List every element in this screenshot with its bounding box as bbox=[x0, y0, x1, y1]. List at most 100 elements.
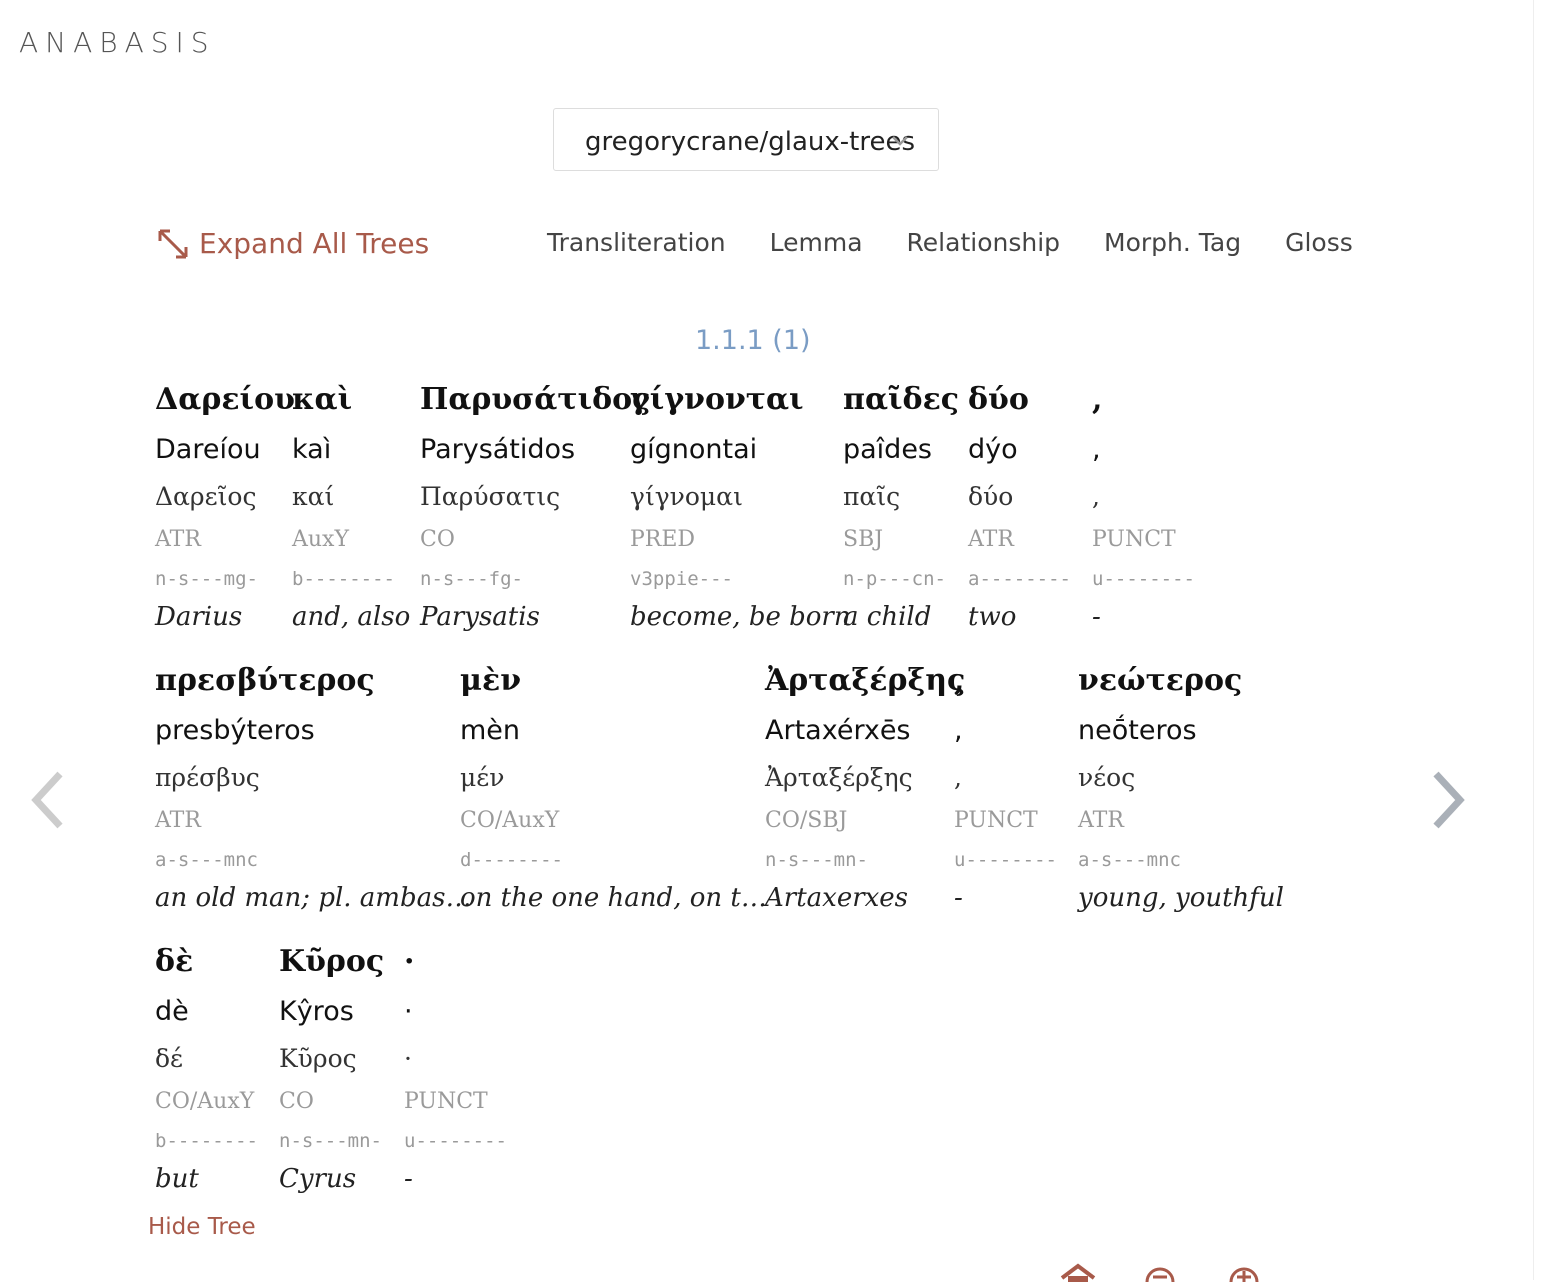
token-lemma: μέν bbox=[460, 763, 505, 792]
token-gloss: become, be born bbox=[630, 602, 851, 632]
expand-all-trees-label: Expand All Trees bbox=[199, 227, 430, 260]
token-morph: n-s---mg- bbox=[155, 568, 258, 590]
token-morph: u-------- bbox=[1092, 568, 1195, 590]
token-translit: · bbox=[404, 996, 413, 1027]
zoom-in-icon[interactable] bbox=[1226, 1262, 1262, 1282]
token-translit: mèn bbox=[460, 715, 521, 746]
token-greek: πρεσβύτερος bbox=[155, 663, 375, 698]
token-morph: n-s---fg- bbox=[420, 568, 523, 590]
token-rel: ATR bbox=[155, 527, 201, 552]
token-gloss: two bbox=[968, 602, 1017, 632]
next-arrow-icon[interactable] bbox=[1428, 770, 1468, 830]
token-lemma: δύο bbox=[968, 482, 1014, 511]
zoom-out-icon[interactable] bbox=[1142, 1262, 1178, 1282]
token-gloss: Darius bbox=[155, 602, 243, 632]
token-gloss: young, youthful bbox=[1078, 883, 1284, 913]
token-morph: n-s---mn- bbox=[765, 849, 868, 871]
token-gloss: and, also bbox=[292, 602, 411, 632]
token-morph: a-s---mnc bbox=[1078, 849, 1181, 871]
prev-arrow-icon[interactable] bbox=[28, 770, 68, 830]
token-morph: u-------- bbox=[404, 1130, 507, 1152]
toggle-transliteration[interactable]: Transliteration bbox=[547, 228, 726, 257]
token-greek: Παρυσάτιδος bbox=[420, 382, 651, 417]
expand-arrows-icon bbox=[158, 229, 188, 258]
repo-select-value: gregorycrane/glaux-trees bbox=[585, 127, 916, 157]
toggle-relationship[interactable]: Relationship bbox=[907, 228, 1060, 257]
repo-select[interactable]: gregorycrane/glaux-trees bbox=[553, 108, 939, 171]
token-translit: dè bbox=[155, 996, 189, 1027]
token-greek: Κῦρος bbox=[279, 944, 385, 979]
token-rel: CO/AuxY bbox=[460, 808, 560, 833]
token-translit: presbýteros bbox=[155, 715, 315, 746]
token-translit: kaì bbox=[292, 434, 332, 465]
token-rel: CO bbox=[279, 1089, 314, 1114]
home-icon[interactable] bbox=[1060, 1262, 1096, 1282]
token-gloss: on the one hand, on t… bbox=[460, 883, 767, 913]
token-gloss: Cyrus bbox=[279, 1164, 357, 1194]
token-lemma: Παρύσατις bbox=[420, 482, 561, 511]
token-lemma: , bbox=[954, 763, 962, 792]
token-translit: neṓteros bbox=[1078, 715, 1197, 746]
token-rel: SBJ bbox=[843, 527, 884, 552]
token-rel: CO/SBJ bbox=[765, 808, 848, 833]
token-lemma: δέ bbox=[155, 1044, 184, 1073]
token-morph: d-------- bbox=[460, 849, 563, 871]
token-lemma: πρέσβυς bbox=[155, 763, 260, 792]
token-gloss: an old man; pl. ambas… bbox=[155, 883, 472, 913]
token-gloss: - bbox=[1092, 602, 1101, 632]
token-gloss: Artaxerxes bbox=[765, 883, 909, 913]
sentence-reference[interactable]: 1.1.1 (1) bbox=[695, 325, 811, 356]
token-morph: v3ppie--- bbox=[630, 568, 733, 590]
token-rel: ATR bbox=[155, 808, 201, 833]
token-greek: παῖδες bbox=[843, 382, 960, 417]
token-rel: PUNCT bbox=[954, 808, 1038, 833]
toggle-gloss[interactable]: Gloss bbox=[1285, 228, 1353, 257]
token-greek: δύο bbox=[968, 382, 1029, 417]
token-greek: καὶ bbox=[292, 382, 353, 417]
token-gloss: Parysatis bbox=[420, 602, 540, 632]
token-rel: PUNCT bbox=[404, 1089, 488, 1114]
token-lemma: Κῦρος bbox=[279, 1044, 357, 1073]
token-rel: PUNCT bbox=[1092, 527, 1176, 552]
token-greek: Ἀρταξέρξης bbox=[765, 663, 966, 698]
token-morph: n-s---mn- bbox=[279, 1130, 382, 1152]
token-translit: Parysátidos bbox=[420, 434, 576, 465]
token-morph: a-s---mnc bbox=[155, 849, 258, 871]
token-morph: b-------- bbox=[155, 1130, 258, 1152]
token-gloss: - bbox=[404, 1164, 413, 1194]
token-rel: AuxY bbox=[292, 527, 349, 552]
token-greek: δὲ bbox=[155, 944, 194, 979]
hide-tree-link[interactable]: Hide Tree bbox=[148, 1214, 256, 1240]
token-morph: n-p---cn- bbox=[843, 568, 946, 590]
toggle-morph-tag[interactable]: Morph. Tag bbox=[1104, 228, 1241, 257]
token-greek: μὲν bbox=[460, 663, 522, 698]
token-translit: paîdes bbox=[843, 434, 933, 465]
toggle-lemma[interactable]: Lemma bbox=[770, 228, 863, 257]
token-morph: u-------- bbox=[954, 849, 1057, 871]
token-rel: CO/AuxY bbox=[155, 1089, 255, 1114]
token-lemma: · bbox=[404, 1044, 412, 1073]
token-morph: a-------- bbox=[968, 568, 1071, 590]
token-rel: ATR bbox=[968, 527, 1014, 552]
token-gloss: - bbox=[954, 883, 963, 913]
token-greek: νεώτερος bbox=[1078, 663, 1243, 698]
token-translit: dýo bbox=[968, 434, 1018, 465]
token-translit: , bbox=[1092, 434, 1101, 465]
token-gloss: but bbox=[155, 1164, 199, 1194]
token-greek: , bbox=[954, 663, 965, 698]
expand-all-trees-button[interactable]: Expand All Trees bbox=[157, 227, 429, 260]
app-title: ANABASIS bbox=[19, 26, 216, 59]
token-rel: PRED bbox=[630, 527, 696, 552]
token-morph: b-------- bbox=[292, 568, 395, 590]
token-greek: · bbox=[404, 944, 415, 979]
token-lemma: γίγνομαι bbox=[630, 482, 743, 511]
token-translit: gígnontai bbox=[630, 434, 758, 465]
token-translit: Kŷros bbox=[279, 996, 354, 1027]
token-greek: , bbox=[1092, 382, 1103, 417]
token-rel: CO bbox=[420, 527, 455, 552]
token-lemma: Ἀρταξέρξης bbox=[765, 763, 913, 792]
annotation-toggles: Transliteration Lemma Relationship Morph… bbox=[547, 228, 1353, 257]
token-translit: Dareíou bbox=[155, 434, 261, 465]
right-rail bbox=[1533, 0, 1546, 1280]
token-greek: Δαρείου bbox=[155, 382, 295, 417]
